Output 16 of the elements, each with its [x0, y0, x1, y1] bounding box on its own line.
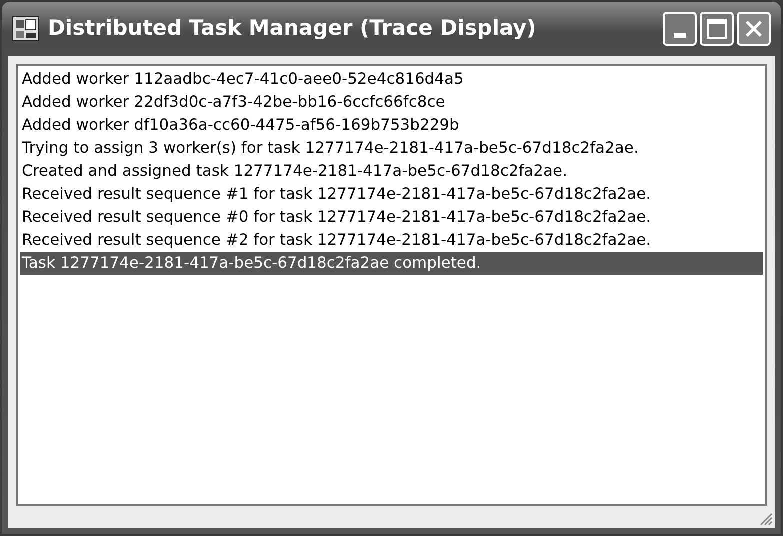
minimize-icon [674, 33, 686, 38]
window-title: Distributed Task Manager (Trace Display) [48, 15, 538, 42]
close-icon [744, 19, 764, 39]
trace-line[interactable]: Trying to assign 3 worker(s) for task 1277174e-2181-417a-be5c-67d18c2fa2ae. [20, 137, 763, 160]
minimize-button[interactable] [663, 12, 697, 46]
app-icon [12, 16, 40, 42]
close-button[interactable] [737, 12, 771, 46]
trace-line[interactable]: Created and assigned task 1277174e-2181-417a-be5c-67d18c2fa2ae. [20, 160, 763, 183]
trace-line[interactable]: Received result sequence #0 for task 1277174e-2181-417a-be5c-67d18c2fa2ae. [20, 206, 763, 229]
trace-line[interactable]: Added worker 22df3d0c-a7f3-42be-bb16-6ccfc66fc8ce [20, 91, 763, 114]
maximize-icon [707, 19, 727, 39]
trace-line[interactable]: Received result sequence #2 for task 1277174e-2181-417a-be5c-67d18c2fa2ae. [20, 229, 763, 252]
trace-line[interactable]: Received result sequence #1 for task 1277174e-2181-417a-be5c-67d18c2fa2ae. [20, 183, 763, 206]
trace-line[interactable]: Added worker 112aadbc-4ec7-41c0-aee0-52e4c816d4a5 [20, 68, 763, 91]
trace-line[interactable]: Added worker df10a36a-cc60-4475-af56-169b753b229b [20, 114, 763, 137]
maximize-button[interactable] [700, 12, 734, 46]
